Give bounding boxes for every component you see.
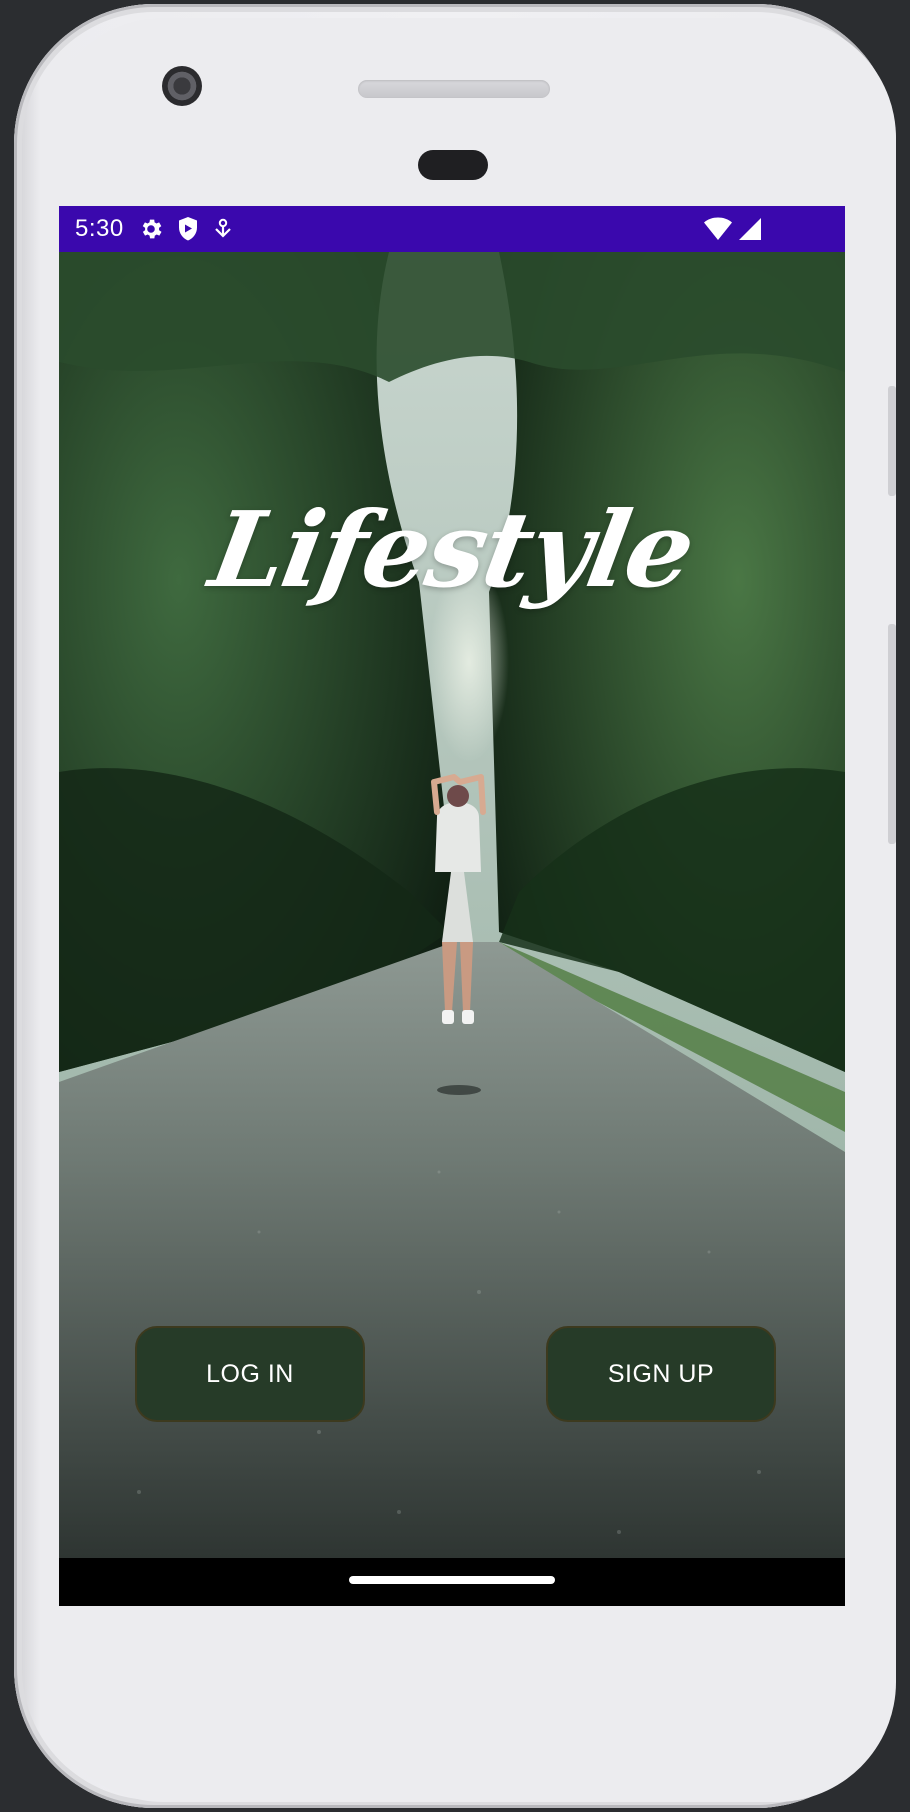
app-title: Lifestyle (202, 488, 702, 611)
front-camera (162, 66, 202, 106)
volume-button (888, 624, 896, 844)
status-icons-right (703, 216, 763, 242)
wifi-icon (704, 217, 732, 240)
device-screen: 5:30 Lifestyle LOG IN SIGN UP (59, 206, 845, 1606)
login-button[interactable]: LOG IN (135, 1326, 365, 1422)
signup-button[interactable]: SIGN UP (546, 1326, 776, 1422)
device-frame-stage: 5:30 Lifestyle LOG IN SIGN UP (0, 0, 910, 1812)
gear-icon (142, 219, 162, 239)
home-indicator[interactable] (349, 1576, 555, 1584)
background-photo: Lifestyle LOG IN SIGN UP (59, 252, 845, 1558)
status-bar: 5:30 (59, 206, 845, 252)
status-time: 5:30 (75, 215, 124, 242)
download-icon (214, 218, 231, 238)
cellular-signal-icon (739, 218, 761, 240)
power-button (888, 386, 896, 496)
status-icons-left (138, 216, 234, 242)
earpiece-speaker (358, 80, 550, 98)
navigation-bar (59, 1558, 845, 1606)
proximity-sensor (418, 150, 488, 180)
shield-icon (178, 217, 197, 241)
